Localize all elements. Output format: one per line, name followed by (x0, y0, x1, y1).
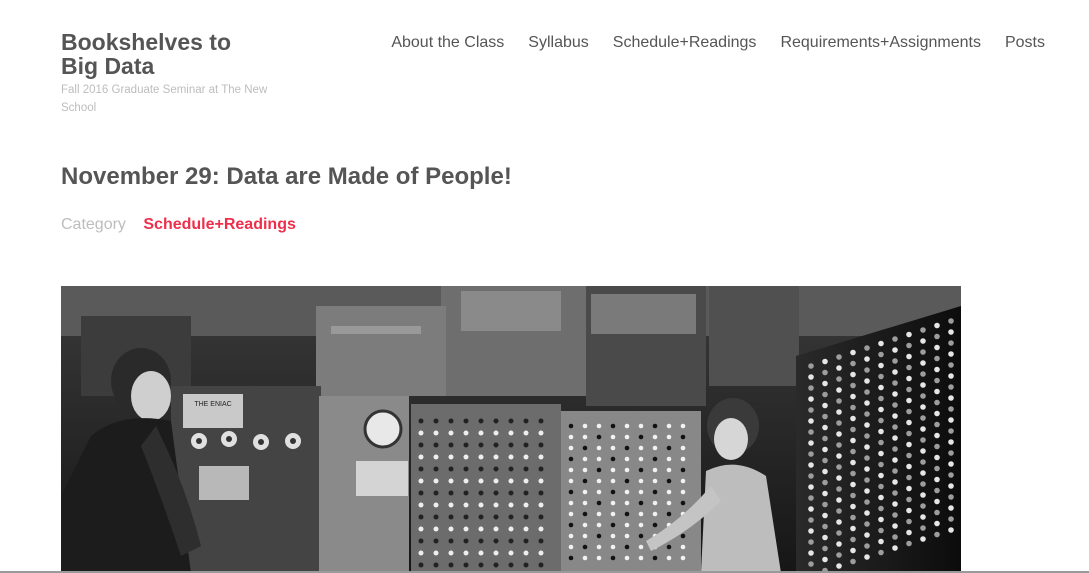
eniac-sign (183, 394, 243, 428)
category-link[interactable]: Schedule+Readings (143, 216, 296, 233)
site-header: Bookshelves to Big Data Fall 2016 Gradua… (61, 30, 1045, 117)
site-description: Fall 2016 Graduate Seminar at The New Sc… (61, 84, 268, 114)
post-meta: Category Schedule+Readings (61, 215, 296, 235)
nav-item-requirements[interactable]: Requirements+Assignments (780, 34, 981, 52)
eniac-photo: THE ENIAC (61, 286, 961, 573)
post-title: November 29: Data are Made of People! (61, 163, 512, 190)
svg-text:THE ENIAC: THE ENIAC (194, 401, 231, 408)
site-title[interactable]: Bookshelves to Big Data (61, 30, 261, 78)
category-label: Category (61, 216, 126, 233)
main-nav: About the Class Syllabus Schedule+Readin… (391, 34, 1045, 52)
nav-item-syllabus[interactable]: Syllabus (528, 34, 588, 52)
nav-item-schedule[interactable]: Schedule+Readings (613, 34, 757, 52)
post-featured-image: THE ENIAC (61, 286, 961, 573)
nav-item-about[interactable]: About the Class (391, 34, 504, 52)
nav-item-posts[interactable]: Posts (1005, 34, 1045, 52)
